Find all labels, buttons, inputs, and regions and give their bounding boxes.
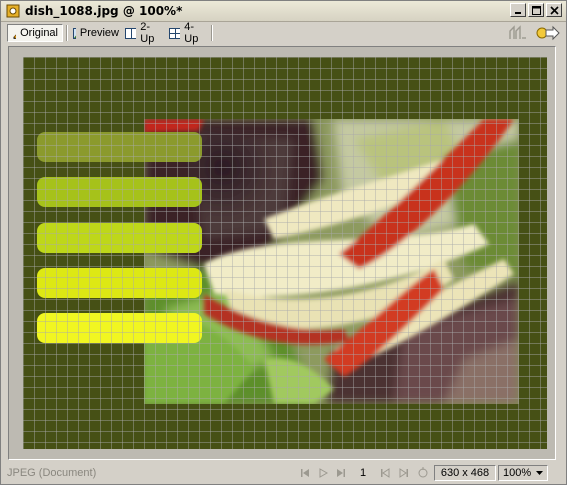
salad-image: [144, 119, 519, 404]
two-up-icon: [125, 27, 137, 39]
title-bar[interactable]: dish_1088.jpg @ 100%*: [1, 1, 566, 22]
tab-preview[interactable]: Preview: [69, 24, 123, 42]
last-frame-icon[interactable]: [335, 467, 347, 479]
zoom-value: 100%: [503, 467, 532, 479]
swatch-pill-5[interactable]: [37, 313, 202, 343]
export-arrow-button[interactable]: [536, 24, 560, 42]
tab-original[interactable]: Original: [7, 24, 63, 42]
maximize-icon: [531, 5, 541, 15]
tab-4up[interactable]: 4-Up: [165, 21, 209, 45]
swatch-pill-3[interactable]: [37, 223, 202, 253]
play-icon[interactable]: [317, 467, 329, 479]
document-window: dish_1088.jpg @ 100%* Original Preview 2…: [0, 0, 567, 485]
preview-image-icon: [73, 27, 76, 39]
status-bar: JPEG (Document) 1 630 x 468 100%: [1, 463, 566, 484]
tab-2up-label: 2-Up: [140, 21, 155, 45]
next-frame-icon[interactable]: [398, 467, 410, 479]
prev-frame-icon[interactable]: [379, 467, 391, 479]
swatch-pill-1[interactable]: [37, 132, 202, 162]
close-button[interactable]: [546, 3, 562, 17]
four-up-icon: [169, 27, 181, 39]
first-frame-icon[interactable]: [299, 467, 311, 479]
minimize-button[interactable]: [510, 3, 526, 17]
tab-2up[interactable]: 2-Up: [121, 21, 165, 45]
doc-type-label: JPEG (Document): [7, 467, 97, 479]
document-icon: [6, 4, 20, 18]
view-toolbar: Original Preview 2-Up 4-Up: [1, 21, 566, 45]
maximize-button[interactable]: [528, 3, 544, 17]
close-icon: [549, 5, 559, 15]
export-arrow-icon: [536, 25, 560, 41]
canvas-area[interactable]: [8, 46, 556, 460]
tab-original-label: Original: [20, 27, 58, 39]
image-dimensions: 630 x 468: [434, 465, 496, 481]
zoom-select[interactable]: 100%: [498, 465, 548, 481]
minimize-icon: [515, 12, 521, 14]
onion-skin-button[interactable]: [507, 24, 527, 42]
onion-skin-icon: [509, 25, 526, 39]
artboard[interactable]: [23, 57, 547, 449]
frame-number: 1: [360, 467, 367, 479]
swatch-pill-2[interactable]: [37, 177, 202, 207]
swatch-pill-4[interactable]: [37, 268, 202, 298]
chevron-down-icon: [536, 471, 543, 475]
pencil-icon: [13, 34, 17, 39]
tab-preview-label: Preview: [79, 27, 119, 39]
tab-4up-label: 4-Up: [184, 21, 199, 45]
dish-photo[interactable]: [144, 119, 519, 404]
window-title: dish_1088.jpg @ 100%*: [25, 4, 183, 18]
loop-icon[interactable]: [417, 467, 429, 479]
